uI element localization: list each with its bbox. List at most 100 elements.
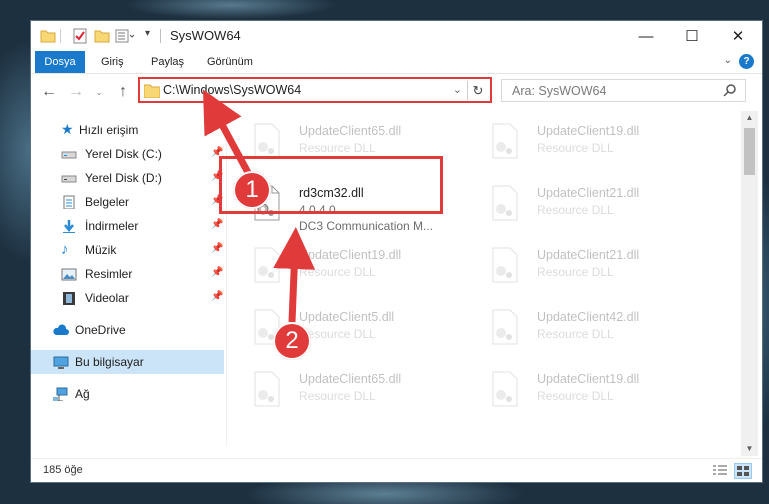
- sidebar-item-label: Müzik: [85, 243, 117, 257]
- file-name: UpdateClient21.dll: [537, 186, 640, 200]
- file-name: UpdateClient19.dll: [299, 248, 402, 262]
- help-icon[interactable]: ?: [739, 54, 754, 69]
- dll-file-icon: [254, 123, 280, 159]
- address-path[interactable]: C:\Windows\SysWOW64: [163, 83, 301, 97]
- pin-icon: 📌: [211, 291, 224, 302]
- vertical-scrollbar[interactable]: ▲ ▼: [741, 111, 758, 456]
- step-2-callout: 2: [273, 322, 311, 360]
- sidebar-item-label: OneDrive: [75, 323, 126, 337]
- dll-file-icon: [492, 185, 518, 221]
- sidebar-item-label: Hızlı erişim: [79, 123, 139, 137]
- address-dropdown-icon[interactable]: ⌄: [453, 83, 462, 96]
- file-item[interactable]: UpdateClient21.dll Resource DLL: [465, 179, 695, 237]
- sidebar-item-pictures[interactable]: Resimler 📌: [31, 262, 224, 286]
- customize-toolbar-icon[interactable]: ▾: [145, 28, 150, 39]
- scroll-up-icon[interactable]: ▲: [741, 111, 758, 125]
- sidebar-item-label: Bu bilgisayar: [75, 355, 144, 369]
- star-icon: ★: [61, 121, 74, 137]
- sidebar-item-videos[interactable]: Videolar 📌: [31, 286, 224, 310]
- dll-file-icon: [492, 123, 518, 159]
- file-name: UpdateClient19.dll: [537, 372, 640, 386]
- tab-file[interactable]: Dosya: [35, 51, 85, 73]
- rename-icon[interactable]: [115, 28, 135, 44]
- drive-icon: [61, 175, 77, 183]
- pin-icon: 📌: [211, 267, 224, 278]
- maximize-button[interactable]: ☐: [669, 21, 715, 51]
- sidebar-item-label: İndirmeler: [85, 219, 139, 233]
- file-item[interactable]: UpdateClient5.dll Resource DLL: [227, 303, 457, 361]
- file-name: UpdateClient5.dll: [299, 310, 395, 324]
- explorer-window: ▾ SysWOW64 — ☐ ✕ Dosya Giriş Paylaş Görü…: [31, 21, 762, 482]
- folder-icon: [40, 30, 56, 43]
- sidebar-item-documents[interactable]: Belgeler 📌: [31, 190, 224, 214]
- back-button[interactable]: ←: [39, 79, 59, 105]
- file-description: DC3 Communication M...: [299, 219, 434, 233]
- file-item[interactable]: UpdateClient21.dll Resource DLL: [465, 241, 695, 299]
- cloud-icon: [53, 324, 69, 335]
- sidebar-item-label: Resimler: [85, 267, 133, 281]
- sidebar-item-label: Belgeler: [85, 195, 130, 209]
- sidebar-item-label: Ağ: [75, 387, 90, 401]
- details-view-icon[interactable]: [712, 463, 728, 477]
- drive-icon: [61, 151, 77, 159]
- sidebar-item-this-pc[interactable]: Bu bilgisayar: [31, 350, 224, 374]
- file-name: UpdateClient65.dll: [299, 124, 402, 138]
- new-folder-icon[interactable]: [94, 28, 110, 44]
- sidebar-item-music[interactable]: ♪ Müzik 📌: [31, 238, 224, 262]
- ribbon-tabs: Dosya Giriş Paylaş Görünüm ⌄ ?: [31, 51, 762, 74]
- dll-file-icon: [492, 371, 518, 407]
- window-title: SysWOW64: [170, 28, 241, 43]
- sidebar-item-disk-c[interactable]: Yerel Disk (C:) 📌: [31, 142, 224, 166]
- search-icon[interactable]: [723, 83, 737, 97]
- refresh-icon[interactable]: ↻: [467, 81, 488, 100]
- tab-share[interactable]: Paylaş: [151, 51, 184, 73]
- file-item[interactable]: UpdateClient19.dll Resource DLL: [227, 241, 457, 299]
- computer-icon: [53, 356, 69, 369]
- forward-button[interactable]: →: [66, 79, 86, 105]
- sidebar-item-quick-access[interactable]: ★ Hızlı erişim: [31, 118, 224, 142]
- pin-icon: 📌: [211, 219, 224, 230]
- close-button[interactable]: ✕: [715, 21, 761, 51]
- sidebar-item-onedrive[interactable]: OneDrive: [31, 318, 224, 342]
- scroll-down-icon[interactable]: ▼: [741, 442, 758, 456]
- properties-icon[interactable]: [72, 28, 88, 44]
- file-description: Resource DLL: [299, 389, 376, 403]
- tab-home[interactable]: Giriş: [101, 51, 124, 73]
- file-name: UpdateClient21.dll: [537, 248, 640, 262]
- sidebar-item-label: Yerel Disk (D:): [85, 171, 162, 185]
- dll-file-icon: [492, 247, 518, 283]
- video-icon: [63, 292, 75, 305]
- file-description: Resource DLL: [537, 389, 614, 403]
- pin-icon: 📌: [211, 243, 224, 254]
- title-bar: ▾ SysWOW64 — ☐ ✕: [31, 21, 762, 51]
- large-icons-view-icon[interactable]: [734, 463, 752, 479]
- sidebar-item-network[interactable]: Ağ: [31, 382, 224, 406]
- network-icon: [53, 387, 68, 401]
- minimize-button[interactable]: —: [623, 21, 669, 51]
- file-description: Resource DLL: [537, 265, 614, 279]
- status-bar: 185 öğe: [31, 458, 762, 483]
- search-input[interactable]: Ara: SysWOW64: [512, 84, 606, 98]
- file-item[interactable]: UpdateClient65.dll Resource DLL: [227, 365, 457, 423]
- sidebar-item-disk-d[interactable]: Yerel Disk (D:) 📌: [31, 166, 224, 190]
- tab-view[interactable]: Görünüm: [207, 51, 253, 73]
- music-icon: ♪: [61, 241, 69, 258]
- file-description: Resource DLL: [537, 141, 614, 155]
- item-count: 185 öğe: [43, 464, 83, 476]
- expand-ribbon-icon[interactable]: ⌄: [724, 55, 732, 66]
- file-item[interactable]: UpdateClient19.dll Resource DLL: [465, 365, 695, 423]
- sidebar-item-downloads[interactable]: İndirmeler 📌: [31, 214, 224, 238]
- file-description: Resource DLL: [537, 327, 614, 341]
- pictures-icon: [61, 268, 77, 281]
- recent-locations-icon[interactable]: ⌄: [89, 79, 109, 105]
- sidebar-item-label: Yerel Disk (C:): [85, 147, 162, 161]
- scroll-thumb[interactable]: [744, 128, 755, 175]
- dll-file-icon: [254, 247, 280, 283]
- up-button[interactable]: ↑: [113, 79, 133, 105]
- file-item[interactable]: UpdateClient42.dll Resource DLL: [465, 303, 695, 361]
- file-item[interactable]: UpdateClient19.dll Resource DLL: [465, 117, 695, 175]
- dll-file-icon: [254, 371, 280, 407]
- address-bar[interactable]: C:\Windows\SysWOW64 ⌄ ↻: [138, 77, 492, 103]
- search-box[interactable]: Ara: SysWOW64: [501, 79, 746, 102]
- file-description: Resource DLL: [537, 203, 614, 217]
